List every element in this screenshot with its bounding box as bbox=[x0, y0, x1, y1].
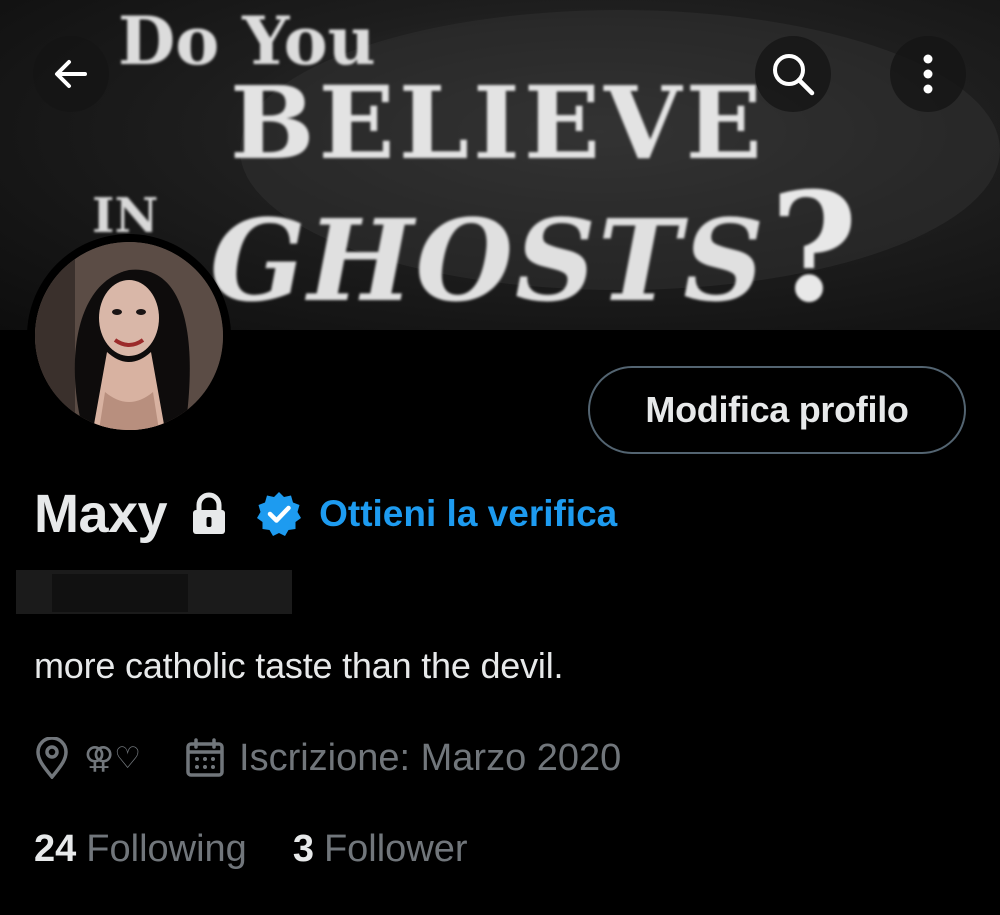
following-link[interactable]: 24 Following bbox=[34, 828, 247, 871]
username-redacted bbox=[16, 570, 292, 614]
calendar-icon bbox=[186, 738, 224, 777]
profile-page: Do You BELIEVE IN GHOSTS ? Modifica prof… bbox=[0, 0, 1000, 915]
lock-icon bbox=[193, 492, 226, 534]
banner-line3: GHOSTS bbox=[210, 196, 766, 327]
follow-stats: 24 Following 3 Follower bbox=[34, 822, 468, 876]
arrow-left-icon bbox=[55, 60, 87, 88]
avatar-photo bbox=[35, 242, 223, 430]
location-text: ⚢♡ bbox=[84, 740, 142, 776]
banner-question-mark: ? bbox=[770, 160, 858, 330]
more-vertical-icon bbox=[923, 54, 933, 94]
following-label: Following bbox=[86, 827, 247, 870]
profile-meta: ⚢♡ Iscrizione: Marzo 2020 bbox=[34, 728, 621, 788]
search-button[interactable] bbox=[755, 36, 831, 112]
get-verified-link[interactable]: Ottieni la verifica bbox=[255, 490, 617, 538]
profile-bio: more catholic taste than the devil. bbox=[34, 645, 564, 686]
display-name: Maxy bbox=[34, 484, 168, 544]
location-icon bbox=[36, 737, 68, 779]
join-date: Iscrizione: Marzo 2020 bbox=[239, 736, 622, 779]
back-button[interactable] bbox=[33, 36, 109, 112]
followers-label: Follower bbox=[323, 827, 468, 870]
followers-count: 3 bbox=[292, 827, 314, 870]
following-count: 24 bbox=[34, 827, 77, 870]
search-icon bbox=[773, 54, 815, 96]
banner-line2: BELIEVE bbox=[230, 64, 766, 182]
verified-badge-icon bbox=[257, 492, 302, 536]
followers-link[interactable]: 3 Follower bbox=[293, 828, 468, 871]
get-verified-label: Ottieni la verifica bbox=[319, 493, 618, 534]
more-options-button[interactable] bbox=[890, 36, 966, 112]
name-row: Maxy Ottieni la verifica bbox=[34, 478, 617, 550]
edit-profile-button[interactable]: Modifica profilo bbox=[588, 366, 966, 454]
avatar[interactable] bbox=[27, 234, 231, 438]
